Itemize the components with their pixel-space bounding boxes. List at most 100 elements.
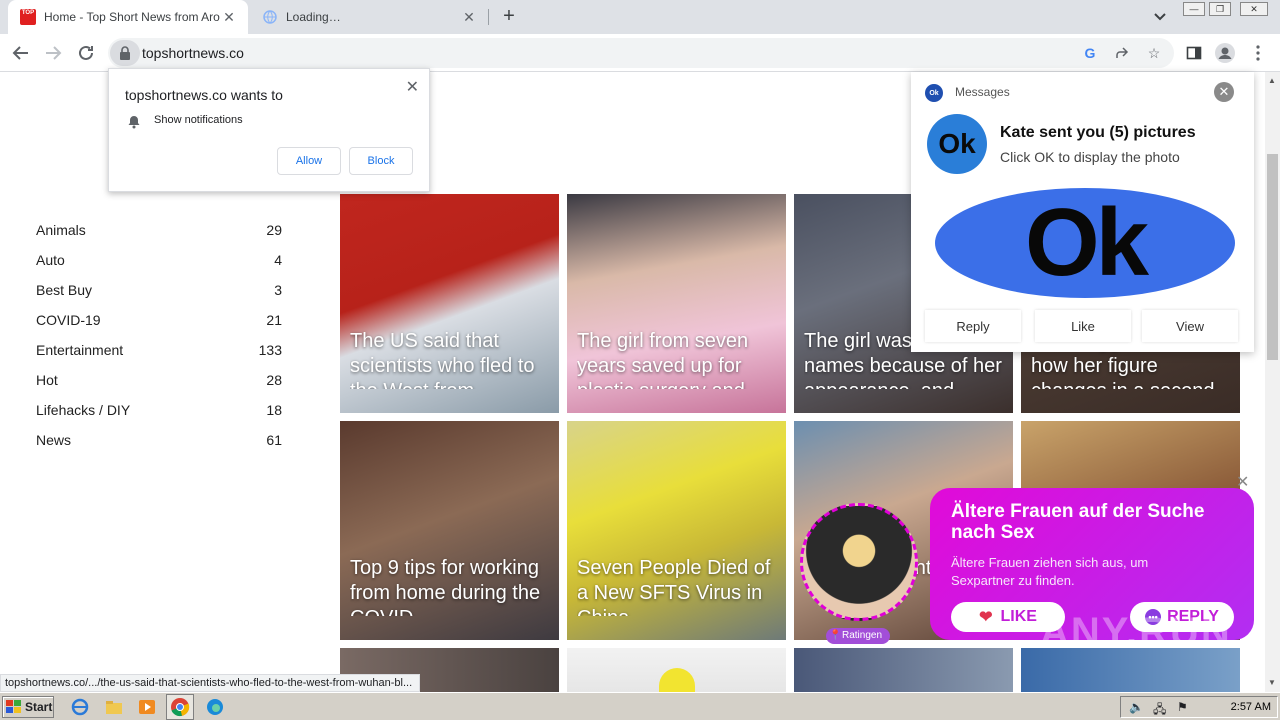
scroll-up-icon[interactable]: ▲ <box>1268 76 1276 85</box>
category-count: 61 <box>266 432 282 448</box>
tab-home[interactable]: TOP Home - Top Short News from Around ✕ <box>8 0 248 34</box>
permission-label: Show notifications <box>154 114 243 126</box>
kebab-menu-icon <box>1256 45 1260 61</box>
scroll-down-icon[interactable]: ▼ <box>1268 678 1276 687</box>
messages-popup-ad[interactable]: Ok Messages ✕ Ok Kate sent you (5) pictu… <box>911 72 1254 352</box>
tab-loading[interactable]: Loading… ✕ <box>250 0 488 34</box>
category-item[interactable]: COVID-19 21 <box>36 305 282 335</box>
menu-button[interactable] <box>1245 40 1271 66</box>
profile-button[interactable] <box>1212 40 1238 66</box>
category-item[interactable]: Hot 28 <box>36 365 282 395</box>
category-item[interactable]: Entertainment 133 <box>36 335 282 365</box>
reload-button[interactable] <box>73 40 99 66</box>
popup-banner[interactable]: Ok <box>925 188 1243 298</box>
clock[interactable]: 2:57 AM <box>1231 701 1271 713</box>
article-title[interactable]: The US said that scientists who fled to … <box>350 329 551 389</box>
forward-arrow-icon <box>46 46 62 60</box>
tab-strip: TOP Home - Top Short News from Around ✕ … <box>0 0 1280 34</box>
side-panel-button[interactable] <box>1181 40 1207 66</box>
article-title[interactable]: Top 9 tips for working from home during … <box>350 556 551 616</box>
system-tray: 🔈 🖧 ⚑ 2:57 AM <box>1120 696 1278 718</box>
block-button[interactable]: Block <box>349 147 413 175</box>
edge-icon[interactable] <box>205 697 225 717</box>
network-icon[interactable]: 🖧 <box>1153 700 1166 720</box>
category-name[interactable]: News <box>36 432 71 448</box>
volume-icon[interactable]: 🔈 <box>1129 700 1144 714</box>
minimize-button[interactable]: — <box>1183 2 1205 16</box>
article-tile[interactable] <box>794 648 1013 692</box>
site-favicon-icon: TOP <box>20 9 36 25</box>
back-button[interactable] <box>8 40 34 66</box>
category-item[interactable]: News 61 <box>36 425 282 455</box>
category-name[interactable]: Animals <box>36 222 86 238</box>
tab-close-icon[interactable]: ✕ <box>220 8 238 26</box>
share-icon[interactable] <box>1112 43 1132 63</box>
category-item[interactable]: Auto 4 <box>36 245 282 275</box>
article-title[interactable]: The girl from seven years saved up for p… <box>577 329 778 389</box>
new-tab-button[interactable]: + <box>498 6 520 28</box>
chrome-icon <box>171 698 190 717</box>
allow-button[interactable]: Allow <box>277 147 341 175</box>
media-player-icon[interactable] <box>137 697 157 717</box>
ok-avatar-icon: Ok <box>927 114 987 174</box>
status-url-bar: topshortnews.co/.../the-us-said-that-sci… <box>0 674 420 692</box>
category-count: 133 <box>258 342 282 358</box>
windows-taskbar: Start 🔈 🖧 ⚑ 2:57 AM <box>0 692 1280 720</box>
tab-title: Home - Top Short News from Around <box>44 10 220 24</box>
category-count: 28 <box>266 372 282 388</box>
close-icon[interactable]: ✕ <box>1214 82 1234 102</box>
tab-search-chevron-icon[interactable] <box>1150 8 1170 26</box>
article-tile[interactable]: Seven People Died of a New SFTS Virus in… <box>567 421 786 640</box>
address-bar[interactable]: topshortnews.co G ☆ <box>108 38 1174 68</box>
popup-title[interactable]: Kate sent you (5) pictures <box>1000 124 1196 142</box>
window-close-button[interactable]: ✕ <box>1240 2 1268 16</box>
close-icon[interactable]: ✕ <box>406 77 419 97</box>
start-button[interactable]: Start <box>2 696 54 718</box>
category-item[interactable]: Best Buy 3 <box>36 275 282 305</box>
view-button[interactable]: View <box>1142 310 1238 342</box>
category-name[interactable]: Hot <box>36 372 58 388</box>
category-count: 21 <box>266 312 282 328</box>
article-image <box>659 668 695 692</box>
location-label: Ratingen <box>842 630 883 641</box>
dialog-title: topshortnews.co wants to <box>125 87 283 103</box>
start-label: Start <box>25 700 53 714</box>
tab-title: Loading… <box>286 10 341 24</box>
category-name[interactable]: Auto <box>36 252 65 268</box>
bookmark-star-icon[interactable]: ☆ <box>1144 43 1164 63</box>
tab-close-icon[interactable]: ✕ <box>460 8 478 26</box>
article-tile[interactable]: The US said that scientists who fled to … <box>340 194 559 413</box>
category-name[interactable]: Entertainment <box>36 342 123 358</box>
chrome-taskbar-button[interactable] <box>166 694 194 720</box>
category-item[interactable]: Lifehacks / DIY 18 <box>36 395 282 425</box>
category-name[interactable]: Lifehacks / DIY <box>36 402 130 418</box>
category-item[interactable]: Animals 29 <box>36 215 282 245</box>
restore-button[interactable]: ❐ <box>1209 2 1231 16</box>
file-explorer-icon[interactable] <box>104 697 124 717</box>
page-scrollbar[interactable]: ▲ ▼ <box>1265 72 1280 692</box>
internet-explorer-icon[interactable] <box>70 697 90 717</box>
popup-subtitle[interactable]: Click OK to display the photo <box>1000 149 1180 165</box>
side-panel-icon <box>1186 46 1202 60</box>
category-name[interactable]: Best Buy <box>36 282 92 298</box>
flag-icon[interactable]: ⚑ <box>1177 700 1188 714</box>
url-text[interactable]: topshortnews.co <box>142 45 244 61</box>
tab-separator <box>488 9 489 25</box>
ad-avatar[interactable] <box>800 503 918 621</box>
scroll-thumb[interactable] <box>1267 154 1278 360</box>
article-title[interactable]: Seven People Died of a New SFTS Virus in… <box>577 556 778 616</box>
reply-button[interactable]: Reply <box>925 310 1021 342</box>
close-icon[interactable]: ✕ <box>1236 472 1249 492</box>
reload-icon <box>79 45 93 60</box>
article-tile[interactable]: The girl from seven years saved up for p… <box>567 194 786 413</box>
forward-button[interactable] <box>40 40 66 66</box>
category-name[interactable]: COVID-19 <box>36 312 101 328</box>
article-tile[interactable] <box>567 648 786 692</box>
like-button[interactable]: Like <box>1035 310 1131 342</box>
google-icon[interactable]: G <box>1080 43 1100 63</box>
profile-avatar-icon <box>1215 43 1235 63</box>
location-badge: 📍 Ratingen <box>826 628 891 644</box>
lock-icon[interactable] <box>110 40 140 66</box>
article-tile[interactable]: Top 9 tips for working from home during … <box>340 421 559 640</box>
ad-title[interactable]: Ältere Frauen auf der Suche nach Sex <box>951 501 1211 543</box>
